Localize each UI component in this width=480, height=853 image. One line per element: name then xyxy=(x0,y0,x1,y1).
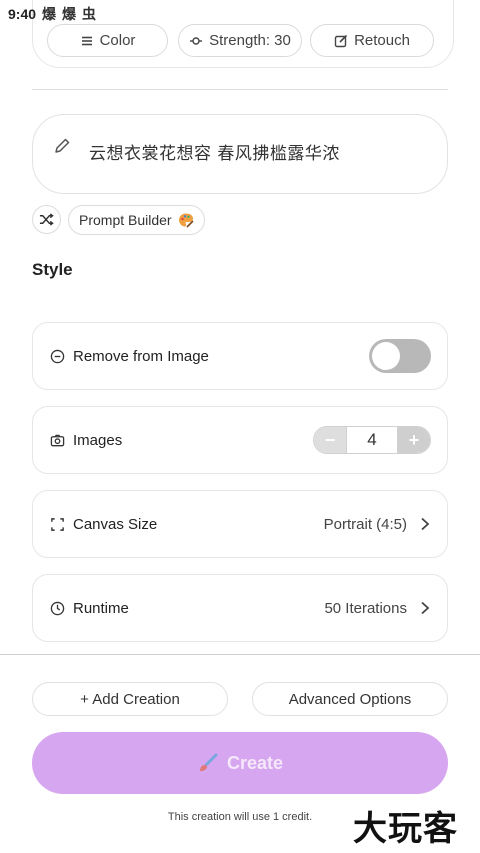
camera-icon xyxy=(49,432,65,448)
shuffle-icon xyxy=(39,213,54,226)
watermark-text: 大玩客 xyxy=(353,809,458,849)
strength-chip[interactable]: Strength: 30 xyxy=(178,24,302,57)
paintbrush-icon xyxy=(199,753,218,772)
status-icon-1: 爆 xyxy=(42,6,57,22)
prompt-input[interactable]: 云想衣裳花想容 春风拂槛露华浓 xyxy=(32,114,448,194)
toggle-knob xyxy=(372,342,400,370)
runtime-row[interactable]: Runtime 50 Iterations xyxy=(32,574,448,642)
remove-from-image-toggle[interactable] xyxy=(369,339,431,373)
canvas-size-row[interactable]: Canvas Size Portrait (4:5) xyxy=(32,490,448,558)
retouch-chip[interactable]: Retouch xyxy=(310,24,434,57)
decrement-button[interactable]: − xyxy=(314,427,346,453)
prompt-builder-label: Prompt Builder xyxy=(79,212,172,228)
runtime-value: 50 Iterations xyxy=(324,599,407,617)
bottom-divider xyxy=(0,654,480,655)
remove-from-image-label: Remove from Image xyxy=(73,347,209,365)
style-section-title: Style xyxy=(32,260,73,279)
images-stepper: − 4 + xyxy=(313,426,431,454)
status-icon-3: 虫 xyxy=(82,6,97,22)
create-button-label: Create xyxy=(226,752,284,773)
clock-icon xyxy=(49,600,65,616)
color-chip[interactable]: Color xyxy=(47,24,168,57)
add-creation-button[interactable]: + Add Creation xyxy=(32,682,228,716)
pencil-icon xyxy=(55,138,70,153)
prompt-text: 云想衣裳花想容 春风拂槛露华浓 xyxy=(89,144,340,164)
images-row: Images − 4 + xyxy=(32,406,448,474)
remove-from-image-row: Remove from Image xyxy=(32,322,448,390)
images-label: Images xyxy=(73,431,123,449)
lines-icon xyxy=(81,36,92,45)
chevron-right-icon xyxy=(421,517,430,531)
advanced-options-button[interactable]: Advanced Options xyxy=(252,682,448,716)
increment-button[interactable]: + xyxy=(398,427,430,453)
minus-circle-icon xyxy=(49,348,65,364)
prompt-builder-button[interactable]: Prompt Builder xyxy=(68,205,205,235)
status-bar: 9:40 爆 爆 虫 xyxy=(0,0,480,28)
frame-corners-icon xyxy=(49,516,65,532)
images-count: 4 xyxy=(346,427,398,453)
shuffle-button[interactable] xyxy=(32,205,61,234)
slider-icon xyxy=(190,36,203,45)
edit-square-icon xyxy=(334,34,348,47)
palette-icon xyxy=(178,213,194,228)
retouch-chip-label: Retouch xyxy=(354,32,410,49)
status-time: 9:40 xyxy=(8,6,37,22)
strength-chip-label: Strength: 30 xyxy=(209,32,291,49)
canvas-size-value: Portrait (4:5) xyxy=(323,515,407,533)
divider xyxy=(32,89,448,90)
runtime-label: Runtime xyxy=(73,599,129,617)
chevron-right-icon xyxy=(421,601,430,615)
status-icon-2: 爆 xyxy=(62,6,77,22)
create-button[interactable]: Create xyxy=(32,732,448,794)
canvas-size-label: Canvas Size xyxy=(73,515,158,533)
color-chip-label: Color xyxy=(99,32,136,49)
